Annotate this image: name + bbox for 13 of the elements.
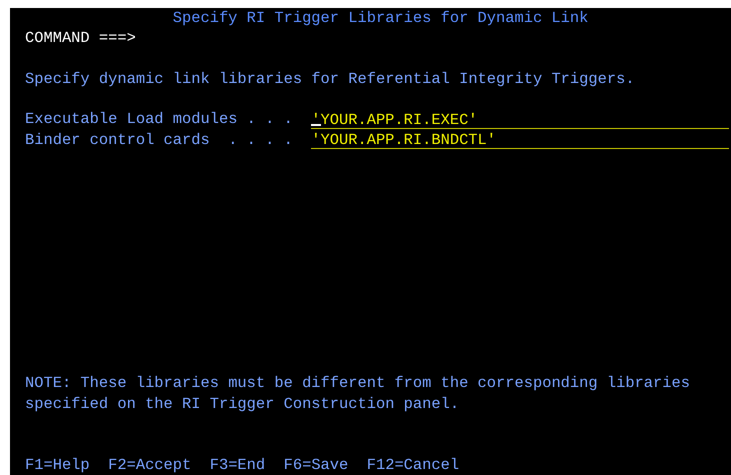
function-key[interactable]: F2=Accept	[108, 454, 192, 475]
instruction-text: Specify dynamic link libraries for Referential Integrity Triggers.	[25, 68, 635, 90]
panel-title: Specify RI Trigger Libraries for Dynamic Link	[172, 8, 588, 28]
field-label: Binder control cards . . . .	[25, 130, 294, 150]
field-label: Executable Load modules . . .	[25, 109, 294, 130]
input-field[interactable]: 'YOUR.APP.RI.EXEC'	[311, 110, 729, 129]
function-key[interactable]: F12=Cancel	[366, 454, 460, 475]
command-label: COMMAND ===>	[25, 28, 136, 49]
note-text: NOTE: These libraries must be different from the corresponding libraries specified on the RI Trigger Construction panel.	[25, 373, 691, 414]
input-field[interactable]: 'YOUR.APP.RI.BNDCTL'	[311, 130, 729, 149]
function-key[interactable]: F6=Save	[284, 454, 348, 475]
function-key[interactable]: F1=Help	[25, 454, 90, 475]
function-key[interactable]: F3=End	[210, 454, 266, 475]
